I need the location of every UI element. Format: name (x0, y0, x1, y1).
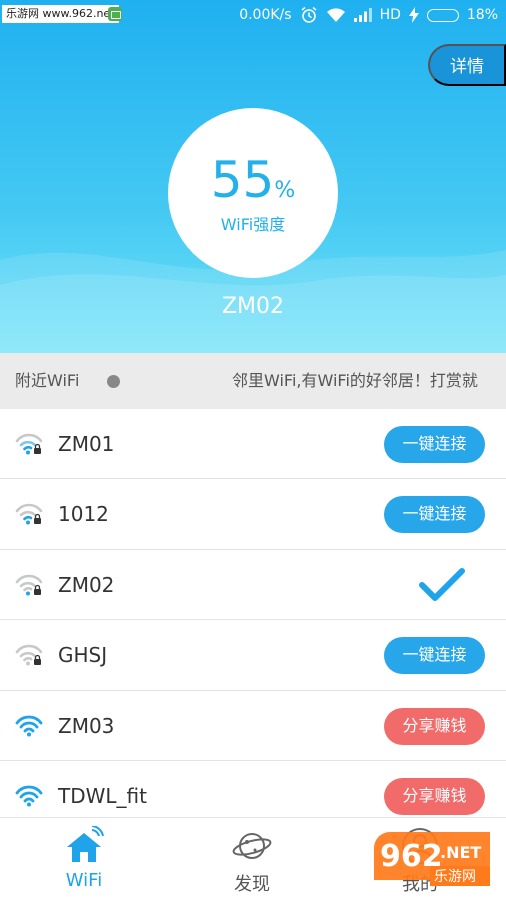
network-type: HD (379, 7, 401, 23)
wifi-row[interactable]: ZM01 一键连接 (0, 409, 506, 479)
nearby-wifi-bar: 附近WiFi 邻里WiFi,有WiFi的好邻居！打赏就 (0, 353, 506, 409)
wifi-open-icon (15, 785, 43, 807)
wifi-locked-icon (15, 644, 43, 666)
watermark-text: 乐游网 www.962.net (2, 5, 119, 23)
detail-button[interactable]: 详情 (428, 44, 506, 86)
wifi-list: ZM01 一键连接 1012 一键连接 ZM02 GHSJ 一键连接 ZM03 … (0, 409, 506, 832)
logo-cn: 乐游网 (434, 869, 476, 885)
watermark-logo: 962 .NET 乐游网 (374, 832, 490, 886)
charging-icon (408, 7, 419, 23)
one-click-connect-button[interactable]: 一键连接 (384, 426, 485, 463)
strength-unit: % (274, 178, 296, 203)
wifi-strength-header: 乐游网 www.962.net 0.00K/s HD 18% 详情 55% Wi… (0, 0, 506, 353)
wifi-locked-icon (15, 574, 43, 595)
nav-label-discover: 发现 (234, 874, 270, 895)
planet-icon (232, 833, 272, 859)
strength-value-group: 55% (168, 152, 338, 208)
home-icon (67, 826, 104, 862)
wifi-name: GHSJ (58, 643, 108, 667)
scan-indicator-dot (107, 375, 120, 388)
wifi-row[interactable]: ZM02 (0, 549, 506, 620)
one-click-connect-button[interactable]: 一键连接 (384, 496, 485, 533)
battery-icon (426, 8, 459, 22)
share-earn-button[interactable]: 分享赚钱 (384, 778, 485, 815)
nearby-label: 附近WiFi (15, 371, 80, 390)
nav-tab-wifi[interactable]: WiFi (0, 818, 168, 900)
wifi-status-icon (326, 8, 345, 22)
wifi-row[interactable]: ZM03 分享赚钱 (0, 690, 506, 761)
alarm-icon (301, 6, 317, 23)
wifi-row[interactable]: 1012 一键连接 (0, 479, 506, 550)
nav-label-wifi: WiFi (65, 870, 103, 891)
wifi-name: ZM01 (58, 432, 115, 456)
logo-suffix: .NET (440, 843, 481, 862)
wifi-row[interactable]: GHSJ 一键连接 (0, 620, 506, 691)
notification-app-icon (108, 7, 122, 21)
wifi-locked-icon (15, 503, 43, 525)
strength-gauge: 55% WiFi强度 (168, 108, 338, 278)
wifi-name: ZM02 (58, 572, 115, 597)
share-earn-button[interactable]: 分享赚钱 (384, 707, 485, 745)
status-bar: 乐游网 www.962.net 0.00K/s HD 18% (0, 0, 506, 30)
net-speed: 0.00K/s (239, 7, 292, 23)
connected-ssid: ZM02 (221, 294, 285, 319)
connected-check-icon (419, 567, 465, 601)
battery-percent: 18% (466, 7, 498, 23)
strength-value: 55 (210, 151, 275, 209)
wifi-name: ZM03 (58, 713, 115, 738)
signal-icon (353, 8, 372, 22)
nav-tab-discover[interactable]: 发现 (168, 818, 336, 900)
announcement-marquee: 邻里WiFi,有WiFi的好邻居！打赏就 (232, 371, 478, 390)
wifi-open-icon (15, 715, 43, 736)
one-click-connect-button[interactable]: 一键连接 (384, 637, 485, 674)
wifi-locked-icon (15, 433, 43, 455)
strength-label: WiFi强度 (220, 215, 286, 234)
wifi-name: 1012 (58, 502, 109, 526)
